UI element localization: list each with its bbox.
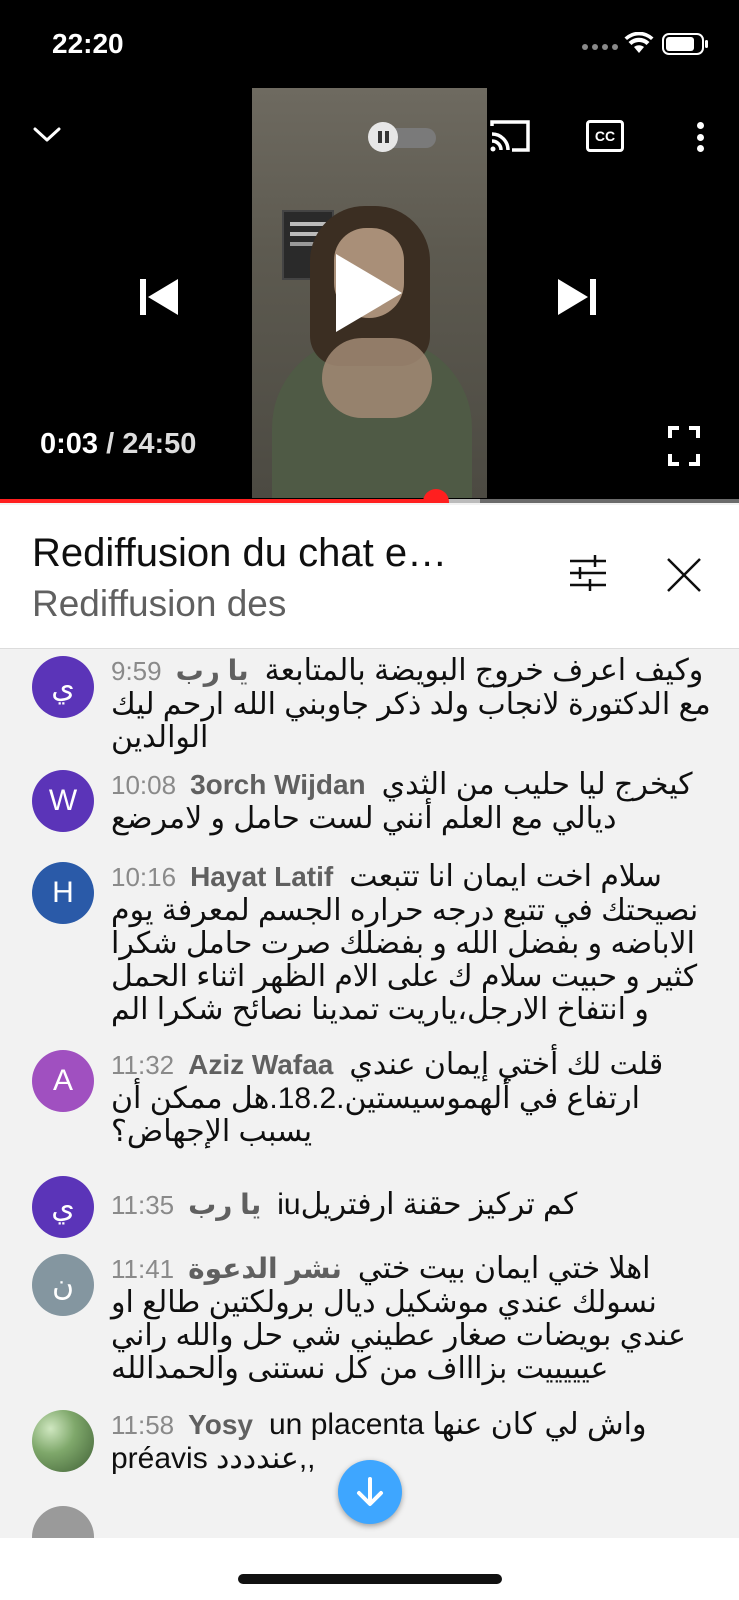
progress-bar[interactable] <box>0 489 739 503</box>
filter-icon[interactable] <box>568 555 608 591</box>
chat-message-list[interactable]: ي 9:59 يا رب وكيف اعرف خروج البويضة بالمتا… <box>0 650 739 1538</box>
chevron-down-icon[interactable] <box>30 118 64 152</box>
pause-icon <box>368 122 398 152</box>
wifi-icon <box>624 32 654 53</box>
status-time: 22:20 <box>52 28 124 59</box>
home-indicator-area <box>0 1538 739 1600</box>
message-body: 11:35 يا رب iuكم تركيز حقنة ارفتريل <box>111 1188 711 1222</box>
message-author[interactable]: Yosy <box>188 1409 253 1440</box>
battery-icon <box>662 33 708 55</box>
cellular-signal-icon <box>582 44 618 50</box>
avatar[interactable]: ن <box>32 1254 94 1316</box>
message-author[interactable]: يا رب <box>188 1189 261 1220</box>
skip-next-icon[interactable] <box>556 276 598 318</box>
avatar[interactable]: ي <box>32 1176 94 1238</box>
message-time: 10:08 <box>111 770 177 800</box>
status-bar: 22:20 <box>0 0 739 88</box>
closed-captions-icon[interactable]: CC <box>586 120 624 152</box>
message-time: 9:59 <box>111 656 162 686</box>
message-time: 10:16 <box>111 862 177 892</box>
video-duration: 24:50 <box>122 428 197 460</box>
avatar[interactable]: ي <box>32 656 94 718</box>
video-player[interactable]: 22:20 CC 0:03 / 24:50 <box>0 0 739 503</box>
message-author[interactable]: 3orch Wijdan <box>190 769 366 800</box>
more-vertical-icon[interactable] <box>690 120 710 154</box>
profile-photo-avatar[interactable] <box>32 1410 94 1472</box>
autoplay-toggle[interactable] <box>368 122 440 152</box>
message-time: 11:35 <box>111 1190 175 1220</box>
play-icon[interactable] <box>332 250 406 336</box>
fullscreen-icon[interactable] <box>668 426 700 466</box>
arrow-down-icon <box>357 1477 383 1506</box>
played-bar <box>0 499 436 503</box>
avatar[interactable]: A <box>32 1050 94 1112</box>
chat-title[interactable]: Rediffusion du chat e… <box>32 531 512 576</box>
message-author[interactable]: Aziz Wafaa <box>188 1049 333 1080</box>
time-display: 0:03 / 24:50 <box>40 428 196 461</box>
message-author[interactable]: نشر الدعوة <box>188 1253 342 1284</box>
time-separator: / <box>98 428 123 460</box>
skip-previous-icon[interactable] <box>138 276 180 318</box>
screen: 22:20 CC 0:03 / 24:50 Rediffusion du cha… <box>0 0 739 1600</box>
avatar[interactable] <box>32 1506 94 1538</box>
chat-header: Rediffusion du chat e… Rediffusion des <box>0 505 739 649</box>
jump-to-latest-button[interactable] <box>338 1460 402 1524</box>
message-body: 11:32 Aziz Wafaa قلت لك أختي إيمان عندي ار… <box>111 1048 711 1148</box>
message-body: 10:08 3orch Wijdan كيخرج ليا حليب من الثدي… <box>111 768 711 835</box>
avatar[interactable]: W <box>32 770 94 832</box>
message-text: iuكم تركيز حقنة ارفتريل <box>277 1188 578 1221</box>
message-time: 11:58 <box>111 1410 175 1440</box>
avatar[interactable]: H <box>32 862 94 924</box>
chat-subtitle[interactable]: Rediffusion des <box>32 583 286 625</box>
current-time: 0:03 <box>40 428 99 460</box>
message-body: 10:16 Hayat Latif سلام اخت ايمان انا تتبعت… <box>111 860 711 1026</box>
presenter-hands <box>322 338 432 418</box>
cast-icon[interactable] <box>488 118 532 154</box>
message-body: 9:59 يا رب وكيف اعرف خروج البويضة بالمتابع… <box>111 654 711 754</box>
message-body: 11:58 Yosy un placenta واش لي كان عنها pré… <box>111 1408 711 1475</box>
message-time: 11:32 <box>111 1050 175 1080</box>
home-indicator[interactable] <box>238 1574 502 1584</box>
message-body: 11:41 نشر الدعوة اهلا ختي ايمان بيت ختي نس… <box>111 1252 711 1385</box>
message-author[interactable]: يا رب <box>176 655 249 686</box>
message-author[interactable]: Hayat Latif <box>190 861 333 892</box>
message-time: 11:41 <box>111 1254 175 1284</box>
close-icon[interactable] <box>664 555 704 595</box>
